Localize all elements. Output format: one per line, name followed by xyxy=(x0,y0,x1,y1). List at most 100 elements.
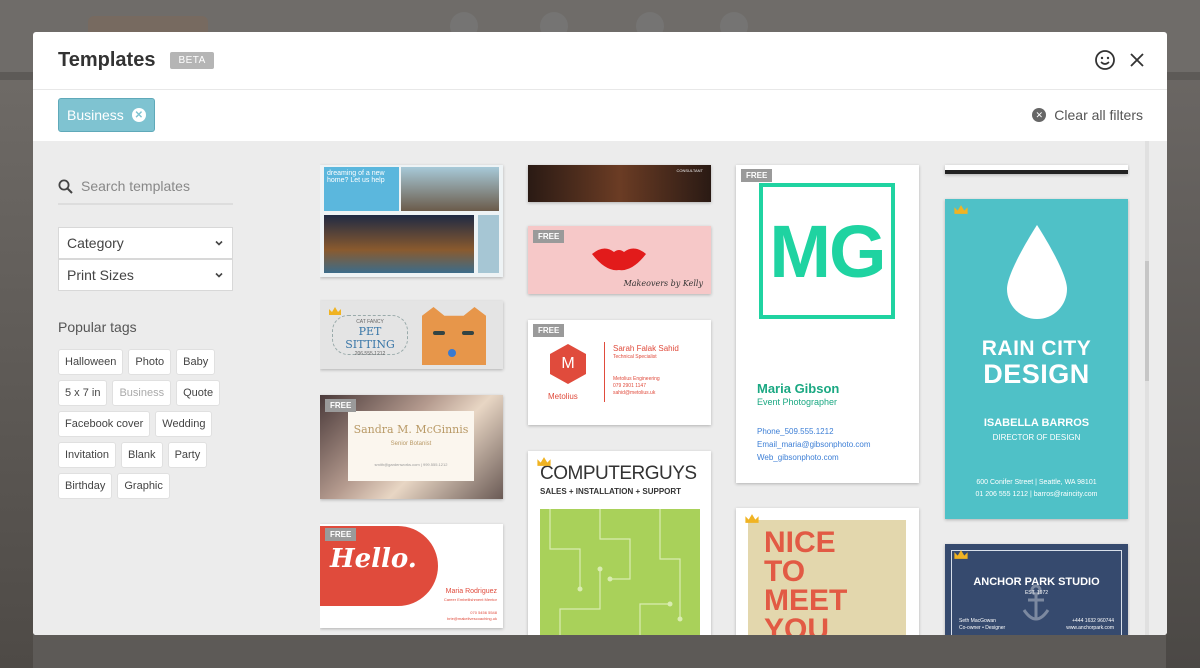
metolius-name: Sarah Falak Sahid xyxy=(613,344,679,353)
metolius-hex-logo: M xyxy=(550,344,586,384)
hello-name: Maria Rodriguez xyxy=(445,588,497,595)
circuit-pattern xyxy=(540,509,700,635)
tag-business[interactable]: Business xyxy=(112,380,172,406)
tag-party[interactable]: Party xyxy=(167,442,208,468)
remove-filter-icon[interactable]: ✕ xyxy=(131,108,146,122)
filter-chip-business[interactable]: Business ✕ xyxy=(58,98,155,132)
cat-eye-left xyxy=(433,331,445,335)
anchor-role: Co-owner • Designer xyxy=(959,625,1006,631)
tag-quote[interactable]: Quote xyxy=(176,380,221,406)
raincity-contact: 01 206 555 1212 | barros@raincity.com xyxy=(975,491,1098,498)
backdrop-right xyxy=(1166,80,1200,668)
templates-grid: dreaming of a new home? Let us help CAT … xyxy=(320,141,1130,635)
free-badge: FREE xyxy=(325,399,357,412)
mg-role: Event Photographer xyxy=(757,397,838,407)
tag-facebook-cover[interactable]: Facebook cover xyxy=(58,411,151,437)
cat-tag xyxy=(448,349,456,357)
template-card-nice-to-meet-you[interactable]: NICE TO MEET YOU xyxy=(736,508,919,635)
botanist-panel: Sandra M. McGinnis Senior Botanist smith… xyxy=(348,411,474,481)
tag-halloween[interactable]: Halloween xyxy=(58,349,124,375)
typewriter-text: CONSULTANT xyxy=(676,168,703,173)
tag-wedding[interactable]: Wedding xyxy=(155,411,213,437)
template-card-typewriter[interactable]: CONSULTANT xyxy=(528,165,711,202)
scrollbar-thumb[interactable] xyxy=(1145,261,1149,381)
modal-title: Templates xyxy=(58,49,156,71)
clear-all-filters-label: Clear all filters xyxy=(1054,107,1143,123)
tag-photo[interactable]: Photo xyxy=(128,349,172,375)
computerguys-sub: SALES + INSTALLATION + SUPPORT xyxy=(540,487,682,496)
anchor-name: Seth MacGowan xyxy=(959,618,996,624)
scrollbar[interactable] xyxy=(1145,141,1149,635)
nice-line-3: MEET xyxy=(764,584,848,617)
free-badge: FREE xyxy=(533,324,565,337)
house-photo-small xyxy=(401,167,499,211)
template-card-computerguys[interactable]: COMPUTERGUYS SALES + INSTALLATION + SUPP… xyxy=(528,451,711,635)
clear-all-filters-button[interactable]: ✕ Clear all filters xyxy=(1032,107,1143,123)
tag-baby[interactable]: Baby xyxy=(176,349,216,375)
feedback-smiley-icon[interactable] xyxy=(1093,48,1117,72)
nice-line-4: YOU xyxy=(764,613,830,636)
search-input[interactable]: Search templates xyxy=(58,169,233,205)
category-select-label: Category xyxy=(67,235,124,251)
premium-crown-icon xyxy=(954,550,968,559)
modal-header: Templates BETA xyxy=(33,32,1167,90)
template-card-anchor-park[interactable]: ANCHOR PARK STUDIO EST. 1972 Seth MacGow… xyxy=(945,544,1128,635)
house-photo-large xyxy=(324,215,474,273)
free-badge: FREE xyxy=(741,169,773,182)
makeup-signature: Makeovers by Kelly xyxy=(623,279,703,288)
mg-name: Maria Gibson xyxy=(757,381,840,396)
raincity-line-1: RAIN CITY xyxy=(981,337,1092,360)
nice-line-1: NICE xyxy=(764,526,836,559)
filter-chip-label: Business xyxy=(67,107,124,123)
template-card-hello[interactable]: FREE Hello. Maria Rodriguez Career Embel… xyxy=(320,524,503,628)
search-icon xyxy=(58,179,73,194)
tag-graphic[interactable]: Graphic xyxy=(117,473,170,499)
metolius-phone: 079 2901 1147 xyxy=(613,383,646,389)
filter-bar: Business ✕ ✕ Clear all filters xyxy=(33,90,1167,140)
metolius-brand: Metolius xyxy=(548,392,578,401)
cat-eye-right xyxy=(462,331,474,335)
tag-5x7[interactable]: 5 x 7 in xyxy=(58,380,108,406)
template-card-petsitting[interactable]: CAT FANCY PET SITTING 206.555.1212 xyxy=(320,301,503,369)
premium-crown-icon xyxy=(745,514,759,523)
template-card-makeup[interactable]: FREE Makeovers by Kelly xyxy=(528,226,711,294)
template-card-mg[interactable]: FREE MG Maria Gibson Event Photographer … xyxy=(736,165,919,483)
tag-invitation[interactable]: Invitation xyxy=(58,442,117,468)
metolius-company: Metolius Engineering xyxy=(613,376,660,382)
metolius-divider xyxy=(604,342,605,402)
templates-modal: Templates BETA Business ✕ ✕ Clear all fi… xyxy=(33,32,1167,635)
mg-web: Web_gibsonphoto.com xyxy=(757,453,839,462)
accent-block xyxy=(478,215,499,273)
template-card-botanist[interactable]: FREE Sandra M. McGinnis Senior Botanist … xyxy=(320,395,503,499)
popular-tags: Halloween Photo Baby 5 x 7 in Business Q… xyxy=(58,349,228,499)
premium-crown-icon xyxy=(329,307,341,315)
metolius-email: sahid@metolius.uk xyxy=(613,390,656,396)
template-card-realestate[interactable]: dreaming of a new home? Let us help xyxy=(320,165,503,277)
mg-email: Email_maria@gibsonphoto.com xyxy=(757,440,871,449)
nice-line-2: TO xyxy=(764,555,806,588)
hello-email: brie@makelivescoaching.uk xyxy=(447,616,497,621)
clear-icon: ✕ xyxy=(1032,108,1047,122)
tag-birthday[interactable]: Birthday xyxy=(58,473,113,499)
hello-phone: 070 5456 5548 xyxy=(470,610,497,615)
template-card-metolius[interactable]: FREE M Metolius Sarah Falak Sahid Techni… xyxy=(528,320,711,425)
tag-blank[interactable]: Blank xyxy=(121,442,163,468)
close-icon[interactable] xyxy=(1125,48,1149,72)
botanist-contact: smith@gardenworks.com | 999.555.1212 xyxy=(374,462,448,467)
backdrop-left xyxy=(0,80,33,668)
lips-illustration xyxy=(592,248,646,271)
template-card-dark-strip[interactable] xyxy=(945,165,1128,174)
template-card-raincity[interactable]: RAIN CITY DESIGN ISABELLA BARROS DIRECTO… xyxy=(945,199,1128,519)
templates-body: Search templates Category Print Sizes Po… xyxy=(33,141,1167,635)
beta-badge: BETA xyxy=(170,52,214,69)
filters-sidebar: Search templates Category Print Sizes Po… xyxy=(58,141,233,499)
mg-monogram: MG xyxy=(759,183,895,319)
raincity-name: ISABELLA BARROS xyxy=(983,417,1090,429)
hello-role: Career Embellishment Mentor xyxy=(443,597,497,602)
free-badge: FREE xyxy=(325,528,357,541)
anchor-est: EST. 1972 xyxy=(1024,590,1049,596)
print-sizes-select[interactable]: Print Sizes xyxy=(58,259,233,291)
chevron-down-icon xyxy=(215,272,223,278)
pet-phone: 206.555.1212 xyxy=(354,351,386,357)
category-select[interactable]: Category xyxy=(58,227,233,259)
